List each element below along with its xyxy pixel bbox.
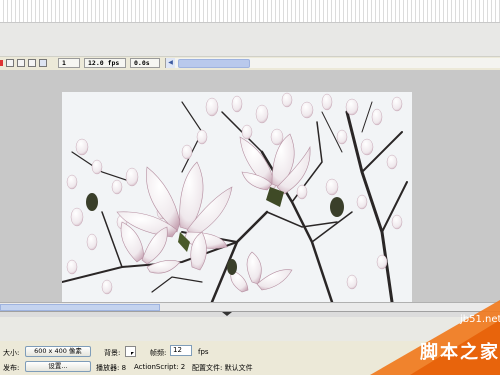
scroll-left-icon[interactable]: ◀	[166, 58, 175, 68]
onion-outline-icon[interactable]	[28, 59, 36, 67]
edit-multiple-frames-icon[interactable]	[39, 59, 47, 67]
player-version-label: 播放器: 8	[96, 364, 127, 372]
center-frame-icon[interactable]	[6, 59, 14, 67]
playhead-marker-icon	[0, 60, 3, 66]
background-label: 背景:	[104, 349, 121, 357]
actionscript-version-label: ActionScript: 2	[134, 363, 186, 371]
onion-skin-icon[interactable]	[17, 59, 25, 67]
stage-scroll-thumb[interactable]	[0, 304, 160, 311]
collapse-arrow-icon[interactable]	[222, 312, 232, 316]
document-size-button[interactable]: 600 x 400 像素	[25, 346, 91, 357]
watermark-site: jb51.net	[460, 314, 500, 325]
watermark-name: 脚本之家	[420, 342, 500, 363]
timeline-frames[interactable]	[0, 0, 500, 23]
frame-rate-field[interactable]: 12.0 fps	[84, 58, 126, 68]
timeline-status-bar: 1 12.0 fps 0.0s ◀	[0, 56, 500, 71]
framerate-input[interactable]: 12	[170, 345, 192, 356]
publish-label: 发布:	[3, 364, 20, 372]
size-label: 大小:	[3, 349, 20, 357]
profile-label: 配置文件: 默认文件	[192, 364, 253, 372]
elapsed-time-field: 0.0s	[130, 58, 160, 68]
current-frame-field: 1	[58, 58, 80, 68]
timeline-horizontal-scrollbar[interactable]: ◀	[165, 58, 500, 68]
magnolia-photo	[62, 92, 412, 302]
fps-unit-label: fps	[198, 348, 209, 356]
timeline-layer-area[interactable]	[0, 23, 500, 56]
timeline-scroll-thumb[interactable]	[178, 59, 250, 68]
background-color-swatch[interactable]	[125, 346, 136, 357]
publish-settings-button[interactable]: 设置...	[25, 361, 91, 372]
stage-canvas[interactable]	[62, 92, 412, 302]
framerate-label: 帧频:	[150, 349, 167, 357]
